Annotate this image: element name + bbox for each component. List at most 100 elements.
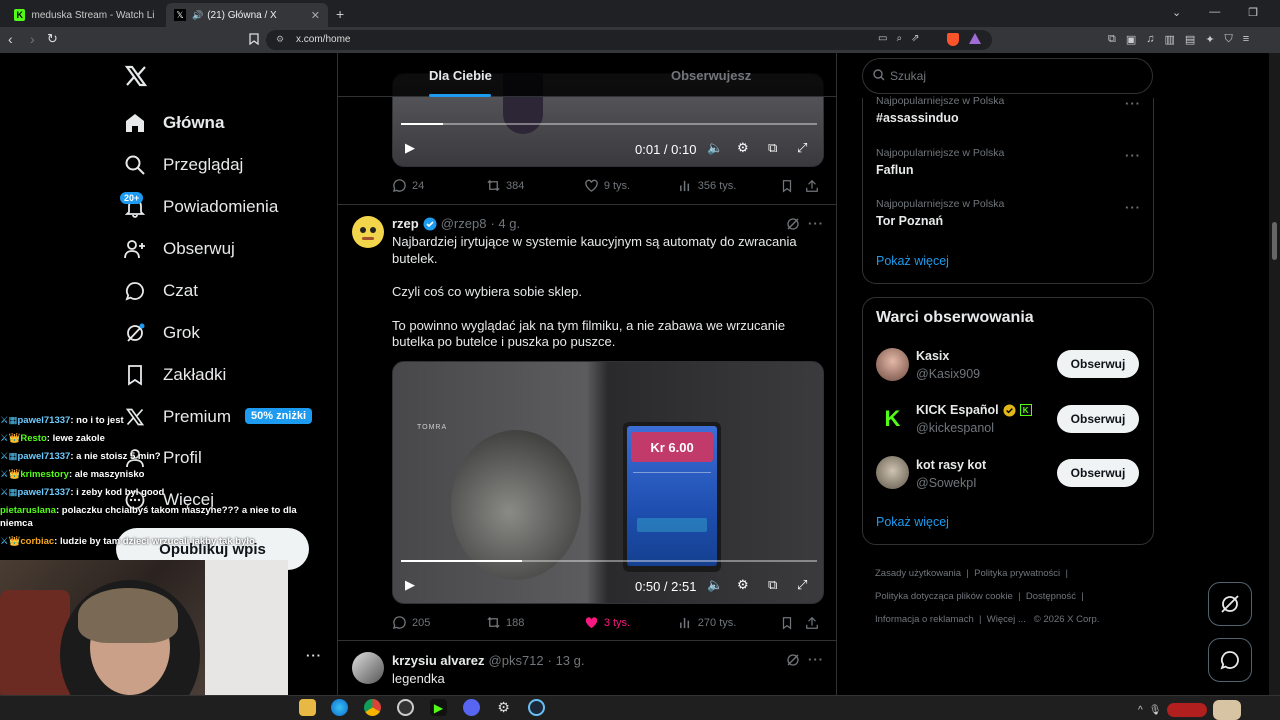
minimize-icon[interactable]: — (1209, 6, 1220, 19)
grok-icon[interactable] (786, 217, 800, 231)
bookmark-button[interactable] (780, 179, 805, 193)
like-button[interactable]: 3 tys. (584, 615, 678, 630)
share-button[interactable] (805, 179, 824, 193)
pip-icon[interactable]: ⧉ (768, 577, 777, 593)
reply-button[interactable]: 205 (392, 615, 486, 630)
discord-icon[interactable] (463, 699, 480, 716)
tab-following[interactable]: Obserwujesz (671, 68, 751, 83)
x-logo-icon[interactable] (124, 64, 148, 88)
play-icon[interactable]: ▶ (405, 577, 415, 593)
tab-list-icon[interactable]: ⌄ (1172, 6, 1181, 19)
grok-floating-button[interactable] (1208, 582, 1252, 626)
trends-show-more[interactable]: Pokaż więcej (876, 254, 949, 268)
nav-follow[interactable]: Obserwuj (124, 234, 235, 264)
share-button[interactable] (805, 616, 824, 630)
browser-tab-x[interactable]: 𝕏 🔊 (21) Główna / X ✕ (166, 3, 328, 27)
nav-grok[interactable]: Grok (124, 318, 200, 348)
nav-notifications[interactable]: Powiadomienia (124, 192, 278, 222)
play-icon[interactable]: ▶ (405, 140, 415, 156)
trend-name[interactable]: Faflun (876, 163, 914, 177)
close-tab-icon[interactable]: ✕ (311, 9, 320, 22)
who-name[interactable]: kot rasy kot (916, 458, 986, 472)
window-controls[interactable]: ⌄ — ❐ ✕ (1172, 6, 1280, 19)
grok-icon[interactable] (786, 653, 800, 667)
author-name[interactable]: krzysiu alvarez (392, 653, 485, 668)
repost-button[interactable]: 188 (486, 615, 584, 630)
back-button[interactable]: ‹ (8, 31, 13, 47)
follow-button[interactable]: Obserwuj (1057, 405, 1139, 433)
chrome-icon[interactable] (364, 699, 381, 716)
settings-icon[interactable]: ⚙ (737, 140, 749, 156)
footer-accessibility[interactable]: Dostępność (1026, 591, 1076, 602)
fullscreen-icon[interactable]: ⤢ (797, 140, 807, 156)
messages-floating-button[interactable] (1208, 638, 1252, 682)
avatar[interactable] (352, 216, 384, 248)
address-bar-actions[interactable]: ▭ ⌕ ⇗ (878, 33, 919, 44)
restore-icon[interactable]: ❐ (1248, 6, 1258, 19)
like-button[interactable]: 9 tys. (584, 178, 678, 193)
trend-name[interactable]: #assassinduo (876, 111, 959, 125)
who-handle[interactable]: @SowekpI (916, 476, 977, 490)
who-handle[interactable]: @kickespanol (916, 421, 994, 435)
bookmark-button[interactable] (780, 616, 805, 630)
pip-icon[interactable]: ⧉ (768, 140, 777, 156)
settings-icon[interactable]: ⚙ (737, 577, 749, 593)
author-handle[interactable]: @rzep8 (441, 216, 487, 231)
trend-name[interactable]: Tor Poznań (876, 214, 943, 228)
repost-button[interactable]: 384 (486, 178, 584, 193)
settings-gear-icon[interactable]: ⚙ (495, 699, 512, 716)
author-handle[interactable]: @pks712 (489, 653, 544, 668)
obs-icon[interactable] (397, 699, 414, 716)
tweet-time[interactable]: · 13 g. (548, 653, 585, 668)
trend-more-icon[interactable]: ··· (1125, 200, 1141, 215)
trend-more-icon[interactable]: ··· (1125, 96, 1141, 111)
site-info-icon[interactable]: ⚙ (276, 34, 284, 45)
follow-button[interactable]: Obserwuj (1057, 350, 1139, 378)
avatar[interactable] (876, 456, 909, 489)
steam-icon[interactable] (528, 699, 545, 716)
footer-more[interactable]: Więcej ... (987, 614, 1026, 625)
who-show-more[interactable]: Pokaż więcej (876, 515, 949, 529)
extensions-toolbar[interactable]: ⧉ ▣ ♫ ▥ ▤ ✦ ⛉ ≡ (1108, 33, 1249, 46)
browser-tab-kick[interactable]: K meduska Stream - Watch Live on Kic (6, 3, 162, 27)
account-menu-icon[interactable]: ··· (306, 648, 322, 663)
page-scrollbar[interactable] (1269, 53, 1280, 695)
who-name[interactable]: Kasix (916, 349, 949, 363)
volume-icon[interactable]: 🔈 (707, 140, 723, 156)
brave-rewards-icon[interactable] (969, 33, 981, 44)
system-tray[interactable]: ^ 🎙 (1138, 700, 1242, 720)
scrollbar-thumb[interactable] (1272, 222, 1277, 260)
nav-bookmarks[interactable]: Zakładki (124, 360, 226, 390)
file-explorer-icon[interactable] (299, 699, 316, 716)
bookmark-page-icon[interactable] (249, 33, 259, 45)
tweet-time[interactable]: · 4 g. (490, 216, 520, 231)
forward-button[interactable]: › (30, 31, 35, 47)
reply-button[interactable]: 24 (392, 178, 486, 193)
video-progress-bar[interactable] (401, 560, 817, 562)
views-button[interactable]: 270 tys. (678, 615, 780, 630)
author-name[interactable]: rzep (392, 216, 419, 231)
avatar[interactable]: K (876, 402, 909, 435)
nav-home[interactable]: Główna (124, 108, 224, 138)
who-name[interactable]: KICK Español (916, 403, 999, 417)
edge-icon[interactable] (331, 699, 348, 716)
tab-for-you[interactable]: Dla Ciebie (429, 68, 492, 83)
video-progress-bar[interactable] (401, 123, 817, 125)
who-handle[interactable]: @Kasix909 (916, 367, 980, 381)
follow-button[interactable]: Obserwuj (1057, 459, 1139, 487)
avatar[interactable] (352, 652, 384, 684)
footer-cookies[interactable]: Polityka dotycząca plików cookie (875, 591, 1013, 602)
volume-icon[interactable]: 🔈 (707, 577, 723, 593)
footer-terms[interactable]: Zasady użytkowania (875, 568, 961, 579)
nav-explore[interactable]: Przeglądaj (124, 150, 243, 180)
trend-more-icon[interactable]: ··· (1125, 148, 1141, 163)
footer-privacy[interactable]: Polityka prywatności (974, 568, 1060, 579)
reload-button[interactable]: ↻ (47, 31, 58, 47)
avatar[interactable] (876, 348, 909, 381)
views-button[interactable]: 356 tys. (678, 178, 780, 193)
tweet-more-icon[interactable]: ··· (808, 652, 824, 667)
kick-app-icon[interactable]: ▶ (430, 699, 447, 716)
brave-shield-icon[interactable] (947, 33, 959, 46)
tweet-video-player[interactable]: TOMRA Kr 6.00 ▶ 0:50 / 2:51 🔈 ⚙ ⧉ ⤢ (392, 361, 824, 604)
new-tab-button[interactable]: + (336, 6, 344, 22)
